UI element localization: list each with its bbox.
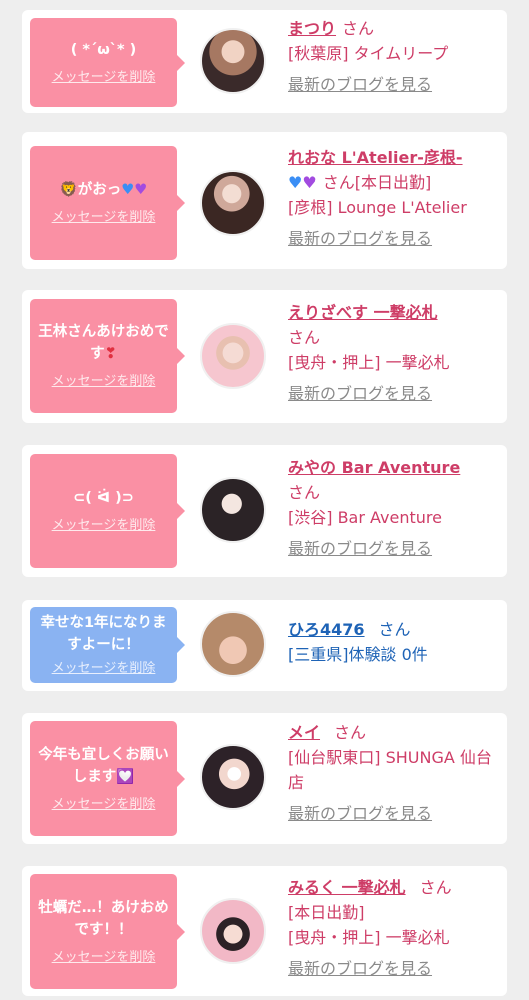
message-text: 幸せな1年になりますよーに！ [40,615,167,653]
shop-info: [彦根] Lounge L'Atelier [288,198,467,217]
message-text: ( *´ω`* ) [70,41,137,58]
message-bubble: 牡蠣だ…！あけおめです！！ メッセージを削除 [30,874,185,989]
profile-info: ひろ4476 さん [三重県]体験談 0件 [288,617,501,667]
shop-info: [秋葉原] タイムリープ [288,44,449,63]
purple-heart-icon: ♥ [302,173,317,192]
profile-name-link[interactable]: ひろ4476 [288,620,365,639]
avatar[interactable] [200,611,266,677]
honorific: さん [419,878,452,897]
profile-name-link[interactable]: えりざべす 一撃必札 [288,303,438,322]
shop-info: [三重県]体験談 0件 [288,645,428,664]
purple-heart-icon: ♥ [134,182,148,198]
message-bubble: 王林さんあけおめです❣ メッセージを削除 [30,299,185,413]
shop-info: [渋谷] Bar Aventure [288,508,442,527]
profile-name-link[interactable]: まつり [288,19,336,38]
profile-info: みやの Bar Aventure さん [渋谷] Bar Aventure 最新… [288,455,501,561]
latest-blog-link[interactable]: 最新のブログを見る [288,536,501,561]
profile-info: まつり さん [秋葉原] タイムリープ 最新のブログを見る [288,16,501,97]
latest-blog-link[interactable]: 最新のブログを見る [288,381,501,406]
avatar[interactable] [200,744,266,810]
shop-info: [仙台駅東口] SHUNGA 仙台店 [288,748,492,792]
delete-message-link[interactable]: メッセージを削除 [52,949,156,967]
profile-name-link[interactable]: れおな L'Atelier-彦根- [288,148,463,167]
profile-info: えりざべす 一撃必札 さん [曳舟・押上] 一撃必札 最新のブログを見る [288,300,501,406]
message-bubble: 幸せな1年になりますよーに！ メッセージを削除 [30,607,185,683]
list-item: ( *´ω`* ) メッセージを削除 まつり さん [秋葉原] タイムリープ 最新… [22,10,507,113]
list-item: 今年も宜しくお願いします💟 メッセージを削除 メイ さん [仙台駅東口] SHUN… [22,713,507,844]
message-text: 今年も宜しくお願いします💟 [38,746,169,785]
avatar[interactable] [200,323,266,389]
profile-name-link[interactable]: みやの Bar Aventure [288,458,460,477]
message-bubble: 🦁がおっ♥♥ メッセージを削除 [30,146,185,260]
blue-heart-icon: ♥ [121,182,135,198]
delete-message-link[interactable]: メッセージを削除 [52,660,156,678]
blue-heart-icon: ♥ [288,173,303,192]
message-text: 王林さんあけおめです❣ [38,324,169,362]
latest-blog-link[interactable]: 最新のブログを見る [288,72,501,97]
list-item: 王林さんあけおめです❣ メッセージを削除 えりざべす 一撃必札 さん [曳舟・押… [22,290,507,423]
list-item: ⊂( ᐛ )⊃ メッセージを削除 みやの Bar Aventure さん [渋谷… [22,445,507,577]
message-text: ⊂( ᐛ )⊃ [73,490,134,506]
shop-info: [曳舟・押上] 一撃必札 [288,928,450,947]
shop-status: [本日出勤] [354,173,432,192]
honorific: さん [288,483,321,502]
latest-blog-link[interactable]: 最新のブログを見る [288,801,501,826]
honorific: さん [342,19,375,38]
profile-info: メイ さん [仙台駅東口] SHUNGA 仙台店 最新のブログを見る [288,720,501,826]
latest-blog-link[interactable]: 最新のブログを見る [288,226,501,251]
profile-name-link[interactable]: みるく 一撃必札 [288,878,406,897]
lion-icon: 🦁 [59,182,78,198]
delete-message-link[interactable]: メッセージを削除 [52,373,156,391]
delete-message-link[interactable]: メッセージを削除 [52,517,156,535]
profile-name-link[interactable]: メイ [288,723,320,742]
heart-icon: ❣ [104,346,117,362]
avatar[interactable] [200,28,266,94]
delete-message-link[interactable]: メッセージを削除 [52,69,156,87]
honorific: さん [322,173,355,192]
latest-blog-link[interactable]: 最新のブログを見る [288,956,501,981]
avatar[interactable] [200,898,266,964]
message-text: 牡蠣だ…！あけおめです！！ [38,899,169,938]
list-item: 🦁がおっ♥♥ メッセージを削除 れおな L'Atelier-彦根- ♥♥ さん[本… [22,132,507,269]
list-item: 牡蠣だ…！あけおめです！！ メッセージを削除 みるく 一撃必札 さん [本日出勤]… [22,866,507,996]
message-bubble: 今年も宜しくお願いします💟 メッセージを削除 [30,721,185,836]
shop-info: [曳舟・押上] 一撃必札 [288,353,450,372]
message-bubble: ( *´ω`* ) メッセージを削除 [30,18,185,107]
honorific: さん [334,723,367,742]
profile-info: みるく 一撃必札 さん [本日出勤] [曳舟・押上] 一撃必札 最新のブログを見る [288,875,501,981]
honorific: さん [378,620,411,639]
delete-message-link[interactable]: メッセージを削除 [52,209,156,227]
message-text: 🦁がおっ♥♥ [59,182,148,198]
list-item: 幸せな1年になりますよーに！ メッセージを削除 ひろ4476 さん [三重県]体験… [22,600,507,691]
honorific: さん [288,328,321,347]
message-bubble: ⊂( ᐛ )⊃ メッセージを削除 [30,454,185,568]
avatar[interactable] [200,170,266,236]
message-list: ( *´ω`* ) メッセージを削除 まつり さん [秋葉原] タイムリープ 最新… [0,0,529,1000]
profile-info: れおな L'Atelier-彦根- ♥♥ さん[本日出勤] [彦根] Lounge… [288,145,501,251]
heart-icon: 💟 [116,768,135,785]
shop-status: [本日出勤] [288,903,365,922]
delete-message-link[interactable]: メッセージを削除 [52,796,156,814]
avatar[interactable] [200,477,266,543]
